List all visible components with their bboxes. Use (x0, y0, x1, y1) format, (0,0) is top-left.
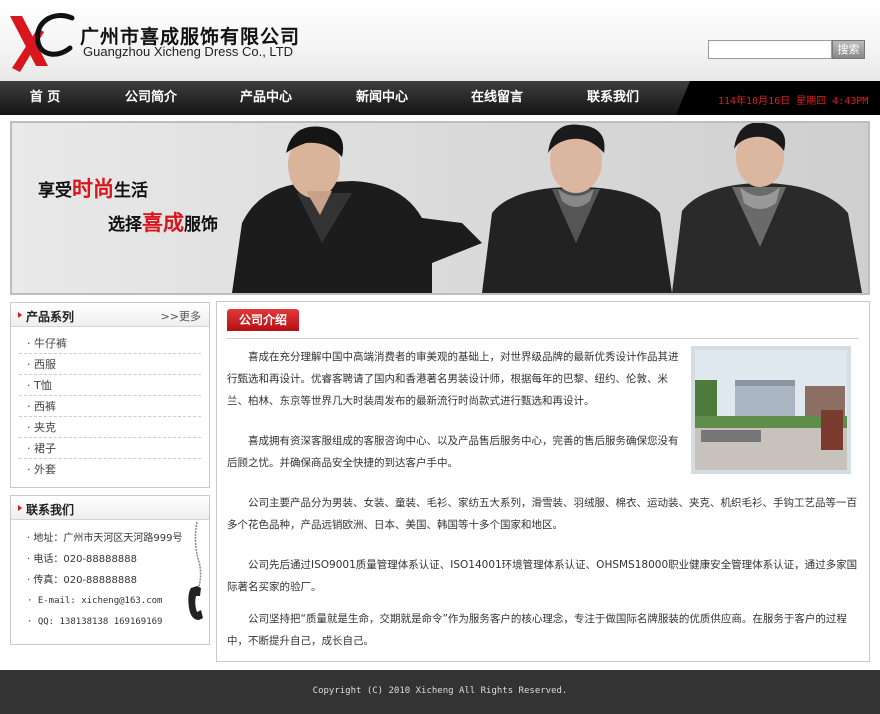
list-item[interactable]: · 夹克 (19, 417, 201, 438)
telephone-icon (188, 522, 203, 620)
product-list: · 牛仔裤 · 西服 · T恤 · 西裤 · 夹克 · 裙子 · 外套 (11, 327, 209, 480)
contact-header: 联系我们 (11, 496, 209, 520)
contact-phone: · 电话：020-88888888 (27, 554, 137, 565)
factory-photo (691, 346, 851, 474)
copyright-text: Copyright (C) 2010 Xicheng All Rights Re… (312, 686, 568, 696)
intro-paragraph: 公司坚持把“质量就是生命，交期就是命令”作为服务客户的核心理念，专注于做国际名牌… (227, 613, 847, 647)
contact-email: · E-mail: xicheng@163.com (27, 596, 163, 606)
banner-model-image (232, 126, 482, 293)
product-series-header: 产品系列 >>更多 (11, 303, 209, 327)
banner: 享受时尚生活 选择喜成服饰 (10, 121, 870, 295)
more-link[interactable]: >>更多 (161, 308, 201, 324)
nav-item-contact[interactable]: 联系我们 (568, 81, 658, 115)
nav-item-about[interactable]: 公司简介 (106, 81, 196, 115)
contact-title: 联系我们 (26, 503, 75, 517)
banner-slogan-1: 享受时尚生活 (38, 177, 148, 201)
list-item[interactable]: · T恤 (19, 375, 201, 396)
contact-address: · 地址：广州市天河区天河路999号 (27, 533, 183, 544)
banner-model-image (672, 123, 862, 293)
datetime-text: 114年10月16日 星期四 4:43PM (718, 96, 869, 107)
xc-logo-icon[interactable] (8, 8, 76, 74)
contact-qq: · QQ: 138138138 169169169 (27, 617, 163, 627)
nav-item-home[interactable]: 首 页 (0, 81, 90, 115)
site-header: 广州市喜成服饰有限公司 Guangzhou Xicheng Dress Co.,… (0, 0, 880, 82)
product-series-box: 产品系列 >>更多 · 牛仔裤 · 西服 · T恤 · 西裤 · 夹克 · 裙子… (10, 302, 210, 488)
search-input[interactable] (708, 40, 832, 59)
contact-box: 联系我们 · 地址：广州市天河区天河路999号 · 电话：020-8888888… (10, 495, 210, 645)
company-name-en: Guangzhou Xicheng Dress Co., LTD (83, 44, 294, 59)
list-item[interactable]: · 牛仔裤 (19, 333, 201, 354)
company-intro-tab[interactable]: 公司介绍 (227, 309, 299, 331)
product-series-title: 产品系列 (26, 310, 75, 324)
intro-paragraph: 喜成拥有资深客服组成的客服咨询中心、以及产品售后服务中心，完善的售后服务确保您没… (227, 435, 679, 469)
intro-paragraph: 公司先后通过ISO9001质量管理体系认证、ISO14001环境管理体系认证、O… (227, 559, 858, 593)
list-item[interactable]: · 外套 (19, 459, 201, 480)
nav-item-products[interactable]: 产品中心 (221, 81, 311, 115)
nav-item-message[interactable]: 在线留言 (452, 81, 542, 115)
list-item[interactable]: · 西裤 (19, 396, 201, 417)
intro-paragraph: 喜成在充分理解中国中高端消费者的审美观的基础上，对世界级品牌的最新优秀设计作品其… (227, 351, 679, 407)
intro-paragraph: 公司主要产品分为男装、女装、童装、毛衫、家纺五大系列，滑雪装、羽绒服、棉衣、运动… (227, 497, 857, 531)
site-footer: Copyright (C) 2010 Xicheng All Rights Re… (0, 670, 880, 714)
list-item[interactable]: · 西服 (19, 354, 201, 375)
bullet-icon (18, 312, 22, 318)
search-button[interactable]: 搜索 (832, 40, 865, 59)
list-item[interactable]: · 裙子 (19, 438, 201, 459)
company-intro-panel: 公司介绍 喜成在充分理解中国中高端消费者的审美观的基础上，对世界级品牌的最新优秀… (216, 301, 870, 662)
contact-fax: · 传真：020-88888888 (27, 575, 137, 586)
datetime-display: 114年10月16日 星期四 4:43PM (676, 81, 880, 115)
bullet-icon (18, 505, 22, 511)
nav-item-news[interactable]: 新闻中心 (337, 81, 427, 115)
main-nav: 首 页 公司简介 产品中心 新闻中心 在线留言 联系我们 114年10月16日 … (0, 81, 880, 115)
divider (227, 338, 859, 339)
banner-model-image (482, 124, 672, 293)
contact-list: · 地址：广州市天河区天河路999号 · 电话：020-88888888 · 传… (11, 520, 209, 633)
